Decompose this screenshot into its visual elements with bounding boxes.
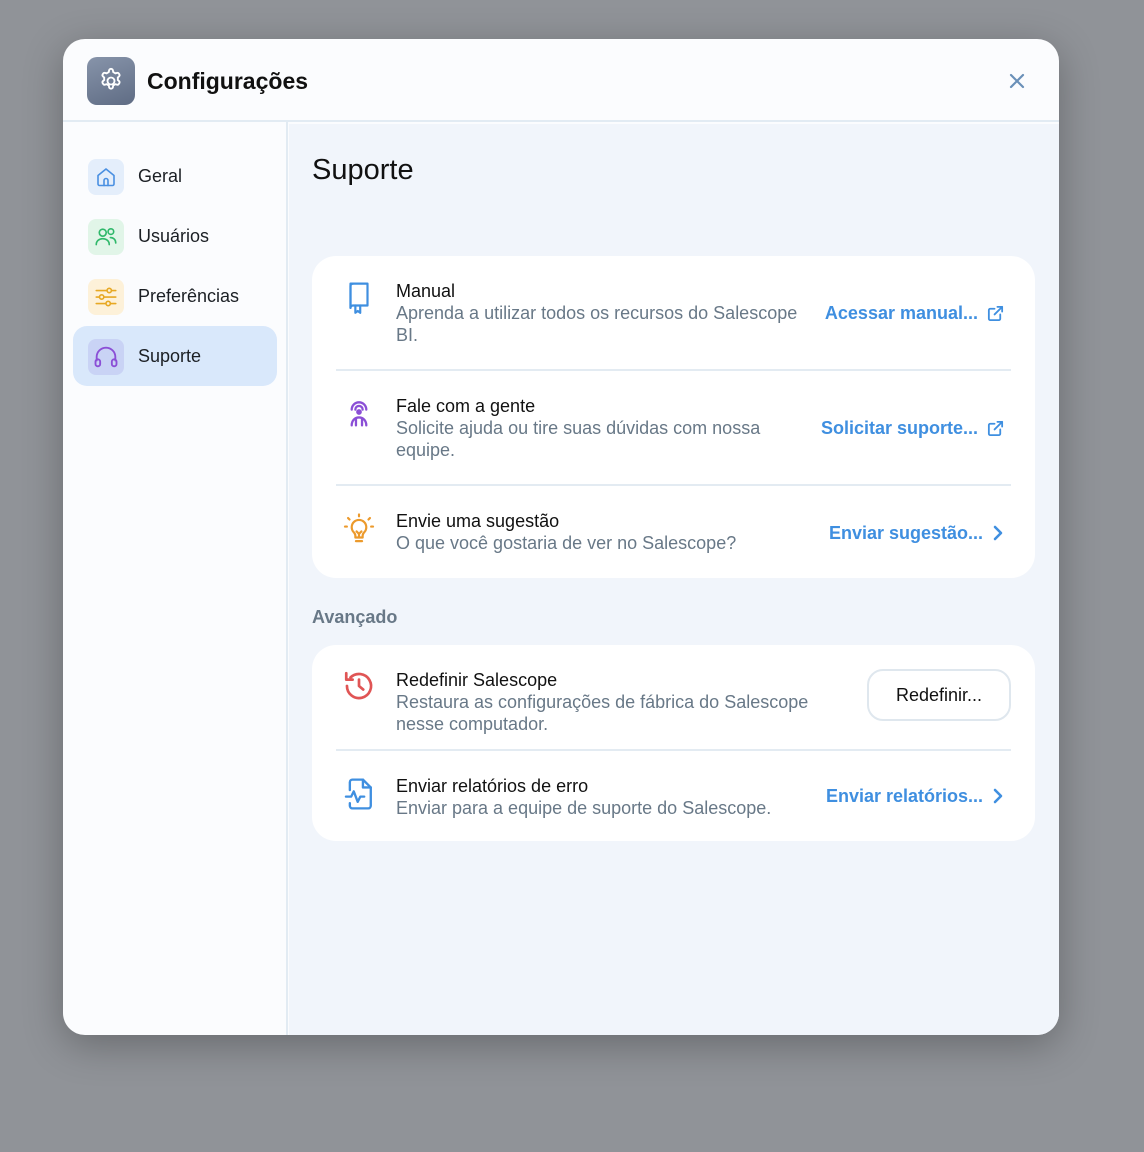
link-label: Enviar relatórios... — [825, 786, 983, 806]
sidebar-item-label: Usuários — [138, 226, 210, 246]
error-report-row: Enviar relatórios de erro Enviar para a … — [312, 751, 1035, 841]
close-icon — [1009, 73, 1025, 89]
settings-dialog: Configurações Geral Usuários Preferência… — [63, 39, 1059, 1035]
row-title: Fale com a gente — [396, 396, 536, 416]
sidebar-item-geral[interactable]: Geral — [73, 146, 277, 206]
home-icon — [88, 159, 124, 195]
row-description: Solicite ajuda ou tire suas dúvidas com … — [396, 418, 761, 460]
sidebar-item-suporte[interactable]: Suporte — [73, 326, 277, 386]
section-label-advanced: Avançado — [312, 607, 398, 627]
reset-button[interactable]: Redefinir... — [867, 669, 1011, 721]
lightbulb-icon — [342, 512, 376, 546]
close-button[interactable] — [1003, 67, 1031, 95]
sidebar-item-label: Suporte — [138, 346, 202, 366]
row-title: Manual — [396, 281, 456, 301]
chevron-right-icon — [993, 525, 1003, 541]
advanced-card: Redefinir Salescope Restaura as configur… — [312, 645, 1035, 841]
sidebar-item-preferencias[interactable]: Preferências — [73, 266, 277, 326]
chevron-right-icon — [993, 788, 1003, 804]
row-title: Envie uma sugestão — [396, 511, 560, 531]
suggestion-row: Envie uma sugestão O que você gostaria d… — [312, 486, 1035, 578]
reset-row: Redefinir Salescope Restaura as configur… — [312, 645, 1035, 749]
row-description: Aprenda a utilizar todos os recursos do … — [396, 303, 798, 345]
book-icon — [342, 280, 376, 314]
open-manual-link[interactable]: Acessar manual... — [825, 302, 1005, 324]
send-reports-link[interactable]: Enviar relatórios... — [826, 785, 1005, 807]
row-title: Redefinir Salescope — [396, 670, 558, 690]
link-label: Enviar sugestão... — [828, 523, 983, 543]
history-icon — [342, 669, 376, 703]
send-suggestion-link[interactable]: Enviar sugestão... — [829, 522, 1005, 544]
file-activity-icon — [342, 777, 376, 811]
contact-row: Fale com a gente Solicite ajuda ou tire … — [312, 371, 1035, 485]
row-description: O que você gostaria de ver no Salescope? — [396, 533, 737, 553]
sidebar: Geral Usuários Preferências Suporte — [63, 122, 288, 1035]
sidebar-item-usuarios[interactable]: Usuários — [73, 206, 277, 266]
manual-row: Manual Aprenda a utilizar todos os recur… — [312, 256, 1035, 370]
external-link-icon — [987, 305, 1004, 321]
sliders-icon — [88, 279, 124, 315]
dialog-title: Configurações — [147, 68, 309, 94]
request-support-link[interactable]: Solicitar suporte... — [821, 417, 1005, 439]
users-icon — [88, 219, 124, 255]
sidebar-item-label: Geral — [138, 166, 183, 186]
link-label: Solicitar suporte... — [820, 418, 978, 438]
headphones-icon — [88, 339, 124, 375]
support-card: Manual Aprenda a utilizar todos os recur… — [312, 256, 1035, 578]
row-description: Enviar para a equipe de suporte do Sales… — [396, 798, 772, 818]
sidebar-item-label: Preferências — [138, 286, 240, 306]
link-label: Acessar manual... — [824, 303, 978, 323]
page-title: Suporte — [312, 154, 414, 186]
gear-icon — [87, 57, 135, 105]
support-agent-icon — [342, 395, 376, 429]
dialog-header: Configurações — [63, 39, 1059, 122]
main-content: Suporte Manual Aprenda a utilizar todos … — [289, 124, 1059, 1035]
row-title: Enviar relatórios de erro — [396, 776, 589, 796]
row-description: Restaura as configurações de fábrica do … — [396, 692, 809, 734]
external-link-icon — [987, 420, 1004, 436]
